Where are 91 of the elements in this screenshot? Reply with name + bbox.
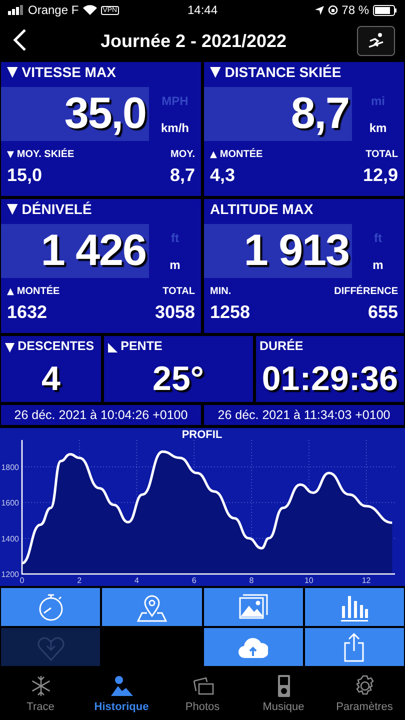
tab-item[interactable]: Historique <box>81 670 162 715</box>
rotation-lock-icon <box>328 5 338 15</box>
sub-value: 1632 <box>7 302 48 323</box>
clock: 14:44 <box>187 3 218 17</box>
stat-value: 8,7 <box>290 89 349 139</box>
triangle-icon: ▼ <box>210 64 221 80</box>
sub-label: DIFFÉRENCE <box>334 286 398 297</box>
settings-icon <box>356 675 374 695</box>
photos-icon <box>192 677 214 695</box>
stat-title: DURÉE <box>260 339 304 353</box>
sub-value: 1258 <box>210 302 250 323</box>
sub-label: TOTAL <box>366 149 398 160</box>
photos-icon <box>239 594 268 619</box>
battery-percent: 78 % <box>342 3 369 17</box>
triangle-icon: ▲ <box>7 286 14 296</box>
carrier-name: Orange F <box>28 3 79 17</box>
sub-label: TOTAL <box>162 286 195 297</box>
music-player-icon <box>278 675 290 697</box>
snowflake-icon <box>31 675 50 697</box>
triangle-icon: ▼ <box>5 338 15 354</box>
triangle-icon: ▲ <box>210 150 217 160</box>
tab-item[interactable]: Musique <box>243 670 324 715</box>
stat-title: DESCENTES <box>18 339 94 353</box>
stat-title: PENTE <box>120 339 162 353</box>
signal-icon <box>8 5 24 15</box>
action-button[interactable] <box>102 588 202 626</box>
location-icon <box>314 6 324 14</box>
unit-label[interactable]: km/h <box>160 120 189 134</box>
tab-item[interactable]: Paramètres <box>324 670 405 715</box>
share-icon <box>344 632 364 662</box>
sub-label: MIN. <box>210 286 232 297</box>
skier-button[interactable] <box>357 26 395 56</box>
sub-value: 3058 <box>154 302 195 323</box>
screen-title: Journée 2 - 2021/2022 <box>100 30 287 52</box>
x-tick-label: 8 <box>249 576 254 585</box>
unit-label[interactable]: m <box>372 258 384 272</box>
mountain-icon <box>110 676 132 696</box>
stat-value: 4 <box>42 360 60 398</box>
triangle-icon: ▼ <box>7 201 18 217</box>
action-button[interactable] <box>1 588 100 626</box>
stat-title: DÉNIVELÉ <box>22 201 92 217</box>
action-button[interactable] <box>204 628 303 666</box>
y-tick-label: 1200 <box>1 570 19 579</box>
heart-icon <box>37 637 64 661</box>
skier-icon <box>367 32 385 50</box>
stat-title: VITESSE MAX <box>22 64 116 80</box>
sub-label: MOY. SKIÉE <box>16 149 74 160</box>
wifi-icon <box>82 5 97 15</box>
unit-label[interactable]: km <box>369 120 387 134</box>
date-label: 26 déc. 2021 à 10:04:26 +0100 <box>1 405 201 425</box>
tab-item[interactable]: Photos <box>162 670 243 715</box>
action-button[interactable] <box>204 588 303 626</box>
chart-title: PROFIL <box>182 429 222 441</box>
y-tick-label: 1800 <box>1 462 19 472</box>
cloud-upload-icon <box>238 638 268 658</box>
date-label: 26 déc. 2021 à 11:34:03 +0100 <box>204 405 404 425</box>
action-button[interactable] <box>304 588 404 626</box>
stat-value: 01:29:36 <box>262 360 398 398</box>
sub-value: 655 <box>368 302 398 323</box>
unit-label[interactable]: m <box>170 258 180 272</box>
stat-value: 35,0 <box>64 89 146 139</box>
stat-value: 25° <box>152 360 204 398</box>
tab-item[interactable]: Trace <box>0 670 81 715</box>
sub-label: MONTÉE <box>16 286 60 297</box>
stopwatch-icon <box>38 594 62 621</box>
sub-value: 8,7 <box>170 165 195 186</box>
y-tick-label: 1600 <box>1 498 19 508</box>
triangle-icon: ▼ <box>7 150 14 160</box>
x-tick-label: 12 <box>362 576 371 585</box>
sub-value: 4,3 <box>210 165 236 186</box>
x-tick-label: 6 <box>192 576 196 585</box>
back-chevron-icon <box>13 28 27 52</box>
sub-label: MONTÉE <box>220 149 263 160</box>
stat-title: DISTANCE SKIÉE <box>224 64 342 80</box>
battery-icon <box>373 4 397 16</box>
x-tick-label: 0 <box>20 576 24 585</box>
triangle-icon: ◣ <box>108 338 118 354</box>
x-tick-label: 4 <box>134 576 139 585</box>
triangle-icon: ▼ <box>7 64 18 80</box>
x-tick-label: 2 <box>77 576 82 585</box>
sub-value: 15,0 <box>7 165 42 186</box>
sub-value: 12,9 <box>362 165 398 186</box>
stat-title: ALTITUDE MAX <box>210 201 314 217</box>
action-button[interactable] <box>304 628 404 666</box>
stat-value: 1 913 <box>244 226 349 276</box>
x-tick-label: 10 <box>304 576 314 585</box>
y-tick-label: 1400 <box>1 534 19 544</box>
sub-label: MOY. <box>170 149 195 160</box>
map-pin-icon <box>136 595 167 622</box>
bar-chart-icon <box>341 596 368 622</box>
stat-value: 1 426 <box>40 226 146 276</box>
